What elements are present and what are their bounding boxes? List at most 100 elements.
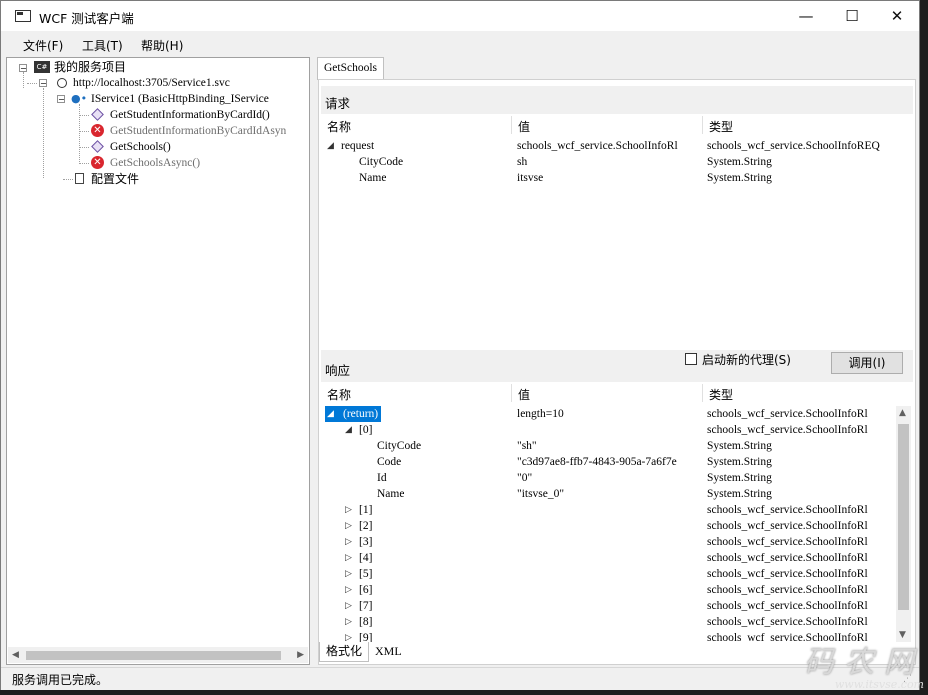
tree-operation[interactable]: GetSchools() bbox=[110, 139, 171, 155]
cell-value[interactable] bbox=[517, 598, 703, 614]
cell-value[interactable] bbox=[517, 534, 703, 550]
collapsed-arrow-icon[interactable]: ▷ bbox=[345, 520, 352, 531]
table-row[interactable]: Id "0" System.String bbox=[321, 470, 913, 486]
table-row[interactable]: ▷ [6] schools_wcf_service.SchoolInfoRl bbox=[321, 582, 913, 598]
expanded-arrow-icon[interactable]: ◢ bbox=[345, 424, 352, 435]
cell-type: System.String bbox=[707, 472, 772, 484]
tree-root[interactable]: 我的服务项目 bbox=[54, 59, 126, 75]
collapsed-arrow-icon[interactable]: ▷ bbox=[345, 536, 352, 547]
cell-value[interactable] bbox=[517, 518, 703, 534]
column-header-value[interactable]: 值 bbox=[512, 116, 703, 134]
table-row[interactable]: ▷ [1] schools_wcf_service.SchoolInfoRl bbox=[321, 502, 913, 518]
cell-name: [0] bbox=[359, 424, 373, 436]
column-header-name[interactable]: 名称 bbox=[321, 116, 512, 134]
column-header-type[interactable]: 类型 bbox=[703, 116, 913, 134]
cell-value[interactable]: length=10 bbox=[517, 406, 703, 422]
tree-line bbox=[23, 72, 24, 88]
tree-operation[interactable]: GetSchoolsAsync() bbox=[110, 155, 200, 171]
cell-value[interactable]: schools_wcf_service.SchoolInfoRl bbox=[517, 138, 703, 154]
operation-icon bbox=[91, 108, 104, 121]
tree-contract[interactable]: IService1 (BasicHttpBinding_IService bbox=[91, 91, 269, 107]
table-row[interactable]: Name itsvse System.String bbox=[321, 170, 913, 186]
table-row[interactable]: (return) ◢ length=10 schools_wcf_service.Sc… bbox=[321, 406, 913, 422]
tree-endpoint[interactable]: http://localhost:3705/Service1.svc bbox=[73, 75, 230, 91]
cell-name: [7] bbox=[359, 600, 373, 612]
tab-xml[interactable]: XML bbox=[369, 642, 408, 661]
collapsed-arrow-icon[interactable]: ▷ bbox=[345, 584, 352, 595]
table-row[interactable]: ◢ request schools_wcf_service.SchoolInfoRl… bbox=[321, 138, 913, 154]
cell-type: schools_wcf_service.SchoolInfoRl bbox=[707, 504, 868, 516]
tab-getschools[interactable]: GetSchools bbox=[317, 57, 385, 80]
tab-formatted[interactable]: 格式化 bbox=[319, 642, 370, 662]
table-row[interactable]: ◢ [0] schools_wcf_service.SchoolInfoRl bbox=[321, 422, 913, 438]
maximize-button[interactable]: ☐ bbox=[829, 1, 875, 31]
collapsed-arrow-icon[interactable]: ▷ bbox=[345, 616, 352, 627]
scroll-left-icon[interactable]: ◀ bbox=[12, 650, 19, 660]
collapsed-arrow-icon[interactable]: ▷ bbox=[345, 568, 352, 579]
response-header: 响应 bbox=[325, 363, 351, 378]
cell-value[interactable] bbox=[517, 614, 703, 630]
invoke-button[interactable]: 调用(I) bbox=[831, 352, 903, 374]
cell-value[interactable]: "itsvse_0" bbox=[517, 486, 703, 502]
tree-expander-endpoint[interactable]: − bbox=[39, 79, 47, 88]
project-icon: C# bbox=[34, 61, 50, 73]
tree-config[interactable]: 配置文件 bbox=[91, 171, 139, 187]
error-icon: ✕ bbox=[91, 156, 104, 169]
cell-value[interactable] bbox=[517, 422, 703, 438]
watermark-url: www.itsvse.com bbox=[834, 678, 924, 691]
menu-help[interactable]: 帮助(H) bbox=[141, 37, 183, 54]
table-row[interactable]: ▷ [2] schools_wcf_service.SchoolInfoRl bbox=[321, 518, 913, 534]
column-header-type[interactable]: 类型 bbox=[703, 384, 913, 402]
menu-file[interactable]: 文件(F) bbox=[23, 37, 63, 54]
column-header-name[interactable]: 名称 bbox=[321, 384, 512, 402]
scroll-thumb[interactable] bbox=[26, 651, 281, 660]
tree-expander-contract[interactable]: − bbox=[57, 95, 65, 104]
cell-name: Name bbox=[377, 488, 405, 500]
expanded-arrow-icon[interactable]: ◢ bbox=[327, 140, 334, 151]
cell-type: System.String bbox=[707, 156, 772, 168]
cell-value[interactable]: "c3d97ae8-ffb7-4843-905a-7a6f7e bbox=[517, 454, 703, 470]
cell-name: [1] bbox=[359, 504, 373, 516]
minimize-button[interactable]: — bbox=[783, 1, 829, 31]
collapsed-arrow-icon[interactable]: ▷ bbox=[345, 504, 352, 515]
cell-value[interactable] bbox=[517, 566, 703, 582]
column-header-value[interactable]: 值 bbox=[512, 384, 703, 402]
table-row[interactable]: Name "itsvse_0" System.String bbox=[321, 486, 913, 502]
collapsed-arrow-icon[interactable]: ▷ bbox=[345, 600, 352, 611]
scroll-right-icon[interactable]: ▶ bbox=[297, 650, 304, 660]
table-row[interactable]: Code "c3d97ae8-ffb7-4843-905a-7a6f7e Syste… bbox=[321, 454, 913, 470]
table-row[interactable]: ▷ [9] schools_wcf_service.SchoolInfoRl bbox=[321, 630, 913, 642]
table-row[interactable]: CityCode sh System.String bbox=[321, 154, 913, 170]
horizontal-scrollbar[interactable]: ◀ ▶ bbox=[8, 647, 308, 663]
table-row[interactable]: ▷ [3] schools_wcf_service.SchoolInfoRl bbox=[321, 534, 913, 550]
scroll-down-icon[interactable]: ▼ bbox=[899, 630, 906, 640]
collapsed-arrow-icon[interactable]: ▷ bbox=[345, 552, 352, 563]
new-proxy-checkbox[interactable] bbox=[685, 353, 697, 365]
cell-value[interactable]: "sh" bbox=[517, 438, 703, 454]
table-row[interactable]: ▷ [7] schools_wcf_service.SchoolInfoRl bbox=[321, 598, 913, 614]
cell-value[interactable]: "0" bbox=[517, 470, 703, 486]
tree-operation[interactable]: GetStudentInformationByCardId() bbox=[110, 107, 270, 123]
tree-line bbox=[27, 83, 37, 84]
table-row[interactable]: ▷ [4] schools_wcf_service.SchoolInfoRl bbox=[321, 550, 913, 566]
operation-icon bbox=[91, 140, 104, 153]
cell-value[interactable] bbox=[517, 550, 703, 566]
cell-value[interactable]: sh bbox=[517, 154, 703, 170]
cell-value[interactable] bbox=[517, 630, 703, 642]
tree-operation[interactable]: GetStudentInformationByCardIdAsyn bbox=[110, 123, 286, 139]
cell-value[interactable] bbox=[517, 502, 703, 518]
expanded-arrow-icon[interactable]: ◢ bbox=[327, 408, 334, 419]
scroll-thumb[interactable] bbox=[898, 424, 909, 610]
tree-expander-root[interactable]: − bbox=[19, 64, 27, 73]
vertical-scrollbar[interactable]: ▲ ▼ bbox=[896, 406, 911, 642]
close-button[interactable]: ✕ bbox=[874, 1, 920, 31]
scroll-up-icon[interactable]: ▲ bbox=[899, 408, 906, 418]
table-row[interactable]: CityCode "sh" System.String bbox=[321, 438, 913, 454]
table-row[interactable]: ▷ [8] schools_wcf_service.SchoolInfoRl bbox=[321, 614, 913, 630]
menu-tools[interactable]: 工具(T) bbox=[82, 37, 123, 54]
table-row[interactable]: ▷ [5] schools_wcf_service.SchoolInfoRl bbox=[321, 566, 913, 582]
cell-type: schools_wcf_service.SchoolInfoRl bbox=[707, 408, 868, 420]
collapsed-arrow-icon[interactable]: ▷ bbox=[345, 632, 352, 642]
cell-value[interactable] bbox=[517, 582, 703, 598]
cell-value[interactable]: itsvse bbox=[517, 170, 703, 186]
